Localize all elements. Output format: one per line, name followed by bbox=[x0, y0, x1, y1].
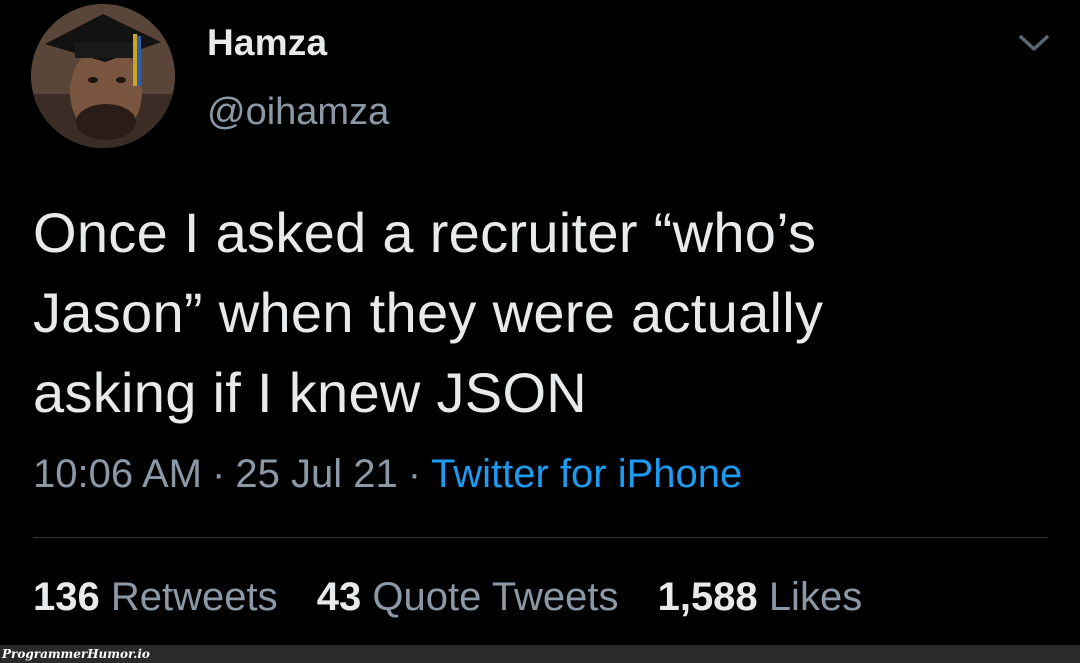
tweet-meta: 10:06 AM · 25 Jul 21 · Twitter for iPhone bbox=[33, 452, 742, 497]
tweet-text-line: asking if I knew JSON bbox=[33, 361, 588, 424]
quote-tweets-stat[interactable]: 43 Quote Tweets bbox=[317, 575, 619, 620]
likes-count: 1,588 bbox=[657, 575, 758, 619]
author-display-name[interactable]: Hamza bbox=[207, 22, 327, 64]
retweets-count: 136 bbox=[33, 575, 100, 619]
avatar[interactable] bbox=[31, 4, 175, 148]
likes-label: Likes bbox=[768, 575, 863, 619]
tweet-text-line: Once I asked a recruiter “who’s bbox=[33, 201, 817, 264]
avatar-image bbox=[31, 4, 175, 148]
quote-tweets-label: Quote Tweets bbox=[372, 575, 619, 619]
tweet-stats: 136 Retweets 43 Quote Tweets 1,588 Likes bbox=[33, 575, 890, 620]
likes-stat[interactable]: 1,588 Likes bbox=[658, 575, 863, 620]
tweet-text: Once I asked a recruiter “who’s Jason” w… bbox=[33, 193, 1043, 433]
watermark-bar bbox=[0, 645, 1080, 663]
quote-tweets-count: 43 bbox=[316, 575, 362, 619]
meta-separator: · bbox=[212, 452, 226, 496]
meta-separator: · bbox=[407, 452, 422, 496]
tweet-time[interactable]: 10:06 AM bbox=[33, 452, 202, 496]
retweets-stat[interactable]: 136 Retweets bbox=[33, 575, 278, 620]
divider bbox=[33, 537, 1048, 538]
watermark: ProgrammerHumor.io bbox=[2, 647, 150, 661]
tweet-source-link[interactable]: Twitter for iPhone bbox=[431, 452, 742, 496]
retweets-label: Retweets bbox=[110, 575, 278, 619]
chevron-down-icon[interactable] bbox=[1014, 27, 1054, 59]
tweet-date[interactable]: 25 Jul 21 bbox=[235, 452, 397, 496]
author-handle[interactable]: @oihamza bbox=[207, 91, 389, 134]
tweet-text-line: Jason” when they were actually bbox=[33, 281, 824, 344]
